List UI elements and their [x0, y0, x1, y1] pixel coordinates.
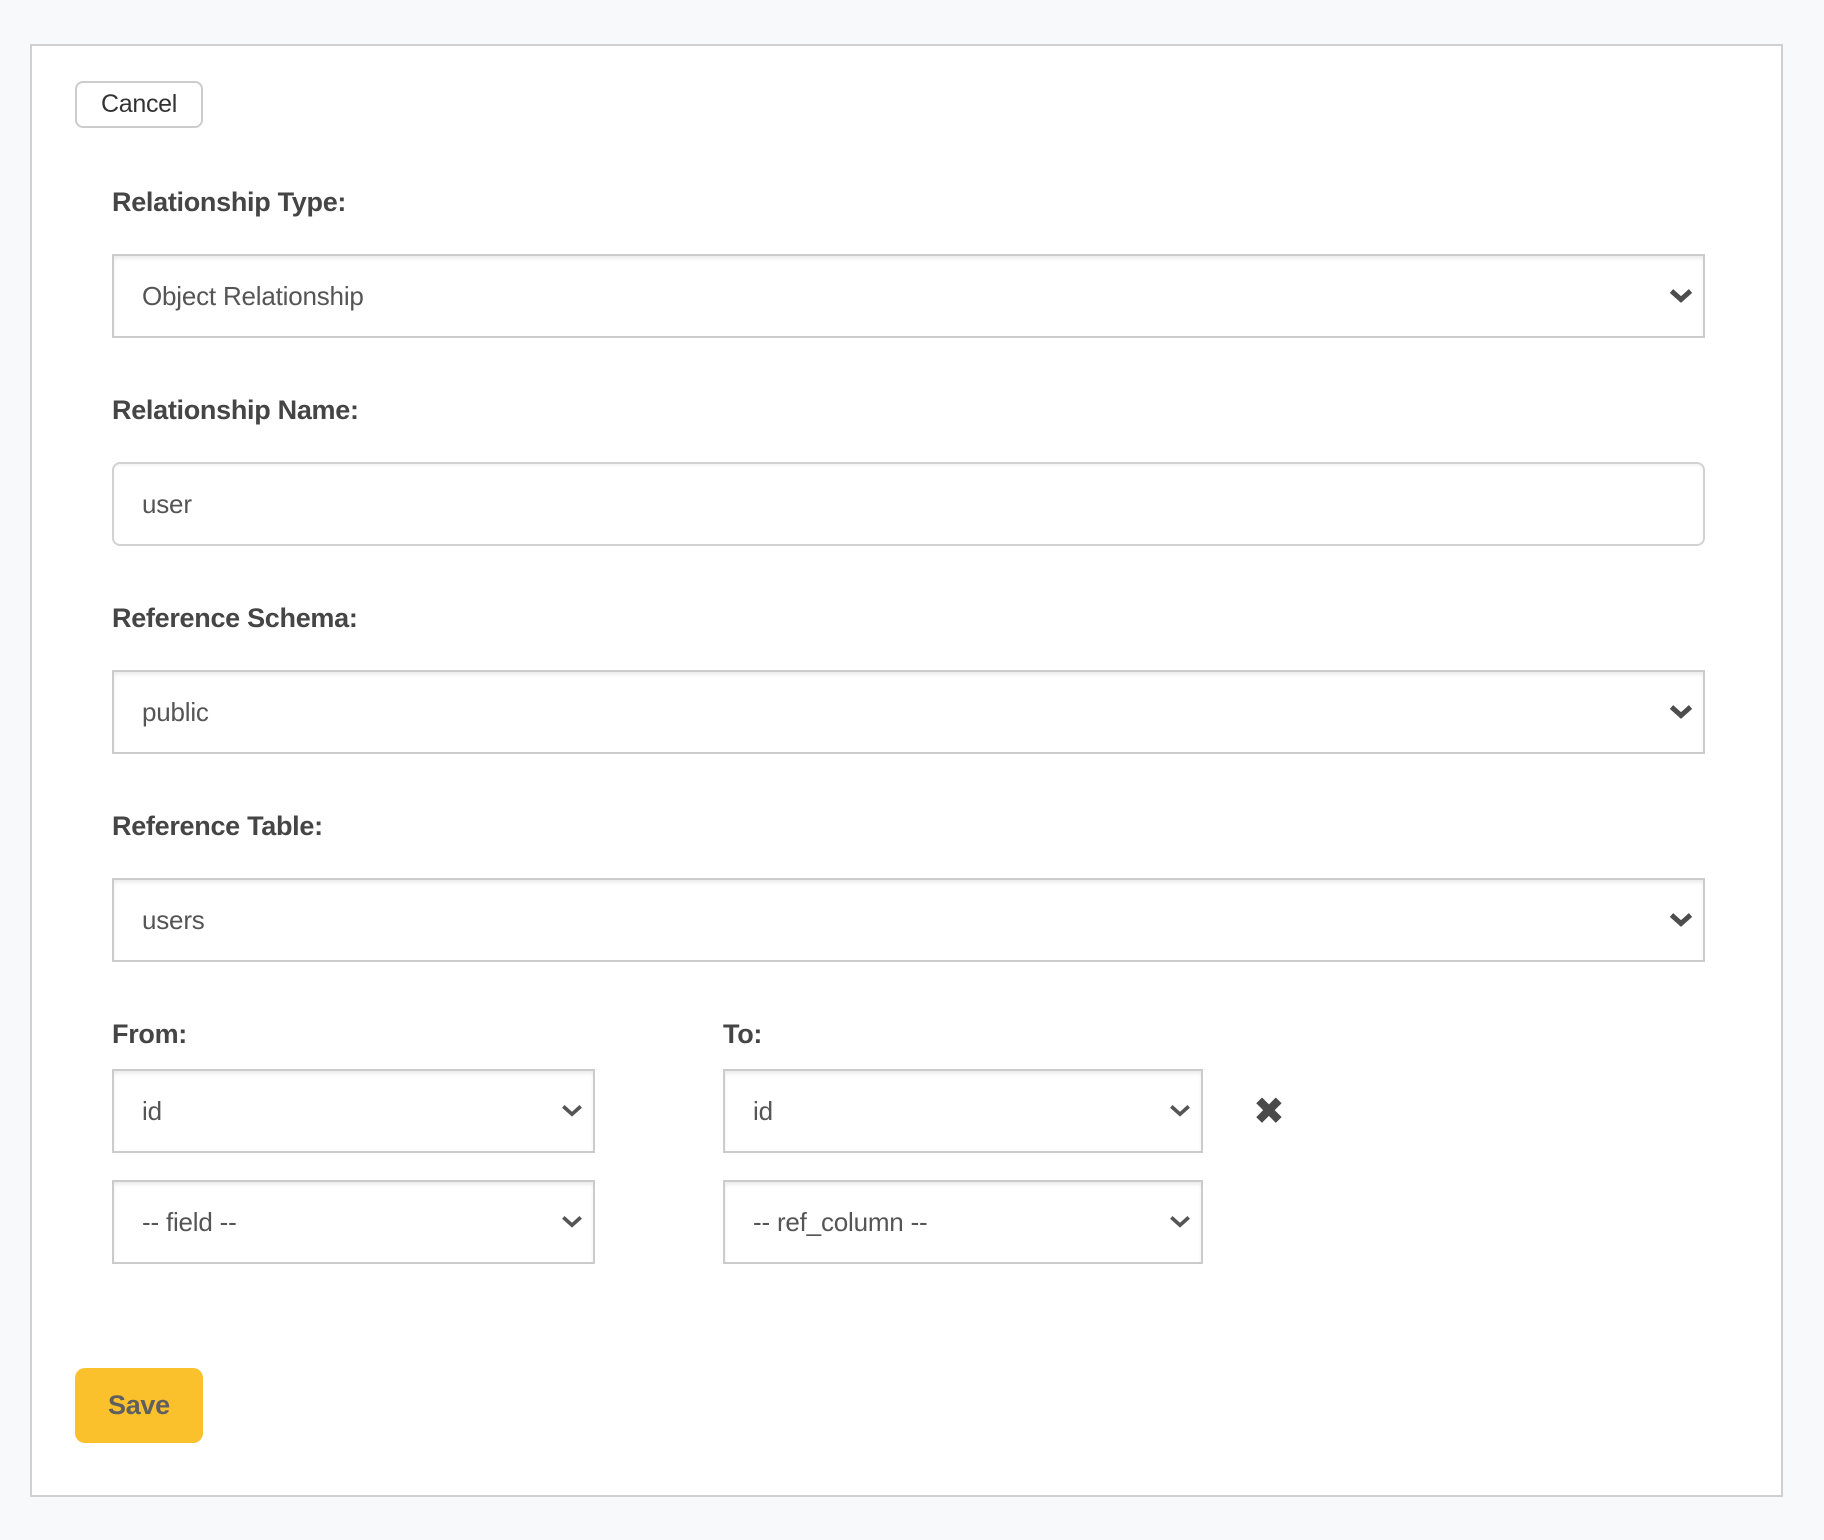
close-icon: ✖	[1253, 1089, 1285, 1133]
reference-schema-field: public	[112, 670, 1705, 754]
remove-mapping-button[interactable]: ✖	[1253, 1092, 1285, 1130]
reference-schema-label: Reference Schema:	[112, 604, 1705, 632]
mapping-row: -- field -- -- ref_column --	[112, 1180, 1705, 1264]
cancel-button[interactable]: Cancel	[75, 81, 203, 128]
relationship-name-input[interactable]	[112, 462, 1705, 546]
field-placeholder-select[interactable]: -- field --	[112, 1180, 595, 1264]
relationship-name-label: Relationship Name:	[112, 396, 1705, 424]
to-column-field: id	[723, 1069, 1203, 1153]
ref-column-placeholder-field: -- ref_column --	[723, 1180, 1203, 1264]
to-label: To:	[723, 1020, 762, 1048]
column-mapping-header: From: To:	[112, 1020, 1705, 1048]
reference-table-field: users	[112, 878, 1705, 962]
save-button[interactable]: Save	[75, 1368, 203, 1443]
relationship-type-label: Relationship Type:	[112, 188, 1705, 216]
reference-table-select[interactable]: users	[112, 878, 1705, 962]
relationship-type-field: Object Relationship	[112, 254, 1705, 338]
from-label: From:	[112, 1020, 723, 1048]
relationship-type-select[interactable]: Object Relationship	[112, 254, 1705, 338]
from-column-select[interactable]: id	[112, 1069, 595, 1153]
relationship-name-field	[112, 462, 1705, 546]
relationship-form-card: Cancel Relationship Type: Object Relatio…	[30, 44, 1783, 1497]
column-mapping-section: From: To: id id ✖	[112, 1020, 1705, 1264]
from-column-field: id	[112, 1069, 595, 1153]
ref-column-placeholder-select[interactable]: -- ref_column --	[723, 1180, 1203, 1264]
mapping-row: id id ✖	[112, 1069, 1705, 1153]
to-column-select[interactable]: id	[723, 1069, 1203, 1153]
field-placeholder-field: -- field --	[112, 1180, 595, 1264]
reference-schema-select[interactable]: public	[112, 670, 1705, 754]
relationship-form: Relationship Type: Object Relationship R…	[112, 188, 1705, 1264]
reference-table-label: Reference Table:	[112, 812, 1705, 840]
